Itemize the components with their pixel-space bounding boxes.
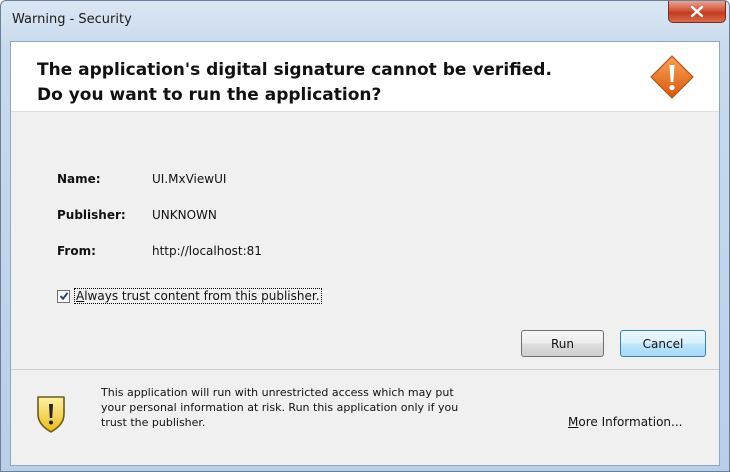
run-button[interactable]: Run: [521, 330, 604, 357]
trust-label-accesskey: A: [76, 289, 85, 303]
headline: The application's digital signature cann…: [37, 58, 627, 108]
more-info-accesskey: M: [568, 415, 579, 429]
risk-warning-line-3: trust the publisher.: [101, 416, 206, 429]
warning-shield-icon: [37, 396, 65, 433]
dialog-window: Warning - Security The application's dig…: [0, 0, 730, 472]
from-value: http://localhost:81: [152, 244, 262, 258]
risk-warning-line-2: your personal information at risk. Run t…: [101, 401, 459, 414]
risk-warning-line-1: This application will run with unrestric…: [101, 386, 454, 399]
cancel-button[interactable]: Cancel: [620, 330, 706, 357]
window-title: Warning - Security: [12, 12, 132, 27]
more-info-rest: ore Information...: [578, 415, 683, 429]
publisher-label: Publisher:: [57, 208, 126, 222]
trust-label-rest: lways trust content from this publisher.: [84, 289, 320, 303]
trust-checkbox[interactable]: [57, 289, 70, 303]
dialog-client: The application's digital signature cann…: [10, 41, 720, 466]
dialog-header: The application's digital signature cann…: [11, 42, 719, 112]
trust-publisher-option[interactable]: Always trust content from this publisher…: [57, 286, 322, 306]
more-information-link[interactable]: More Information...: [568, 415, 682, 429]
checkmark-icon: [59, 292, 68, 301]
footer-divider: [11, 369, 719, 370]
name-label: Name:: [57, 172, 101, 186]
from-label: From:: [57, 244, 96, 258]
title-bar[interactable]: Warning - Security: [1, 1, 730, 41]
headline-line-1: The application's digital signature cann…: [37, 60, 552, 80]
risk-warning-text: This application will run with unrestric…: [101, 385, 541, 430]
close-icon: [690, 5, 704, 18]
close-button[interactable]: [668, 1, 726, 23]
publisher-value: UNKNOWN: [152, 208, 217, 222]
trust-checkbox-label[interactable]: Always trust content from this publisher…: [74, 288, 322, 304]
name-value: UI.MxViewUI: [152, 172, 227, 186]
warning-diamond-icon: [650, 55, 694, 99]
headline-line-2: Do you want to run the application?: [37, 85, 382, 105]
